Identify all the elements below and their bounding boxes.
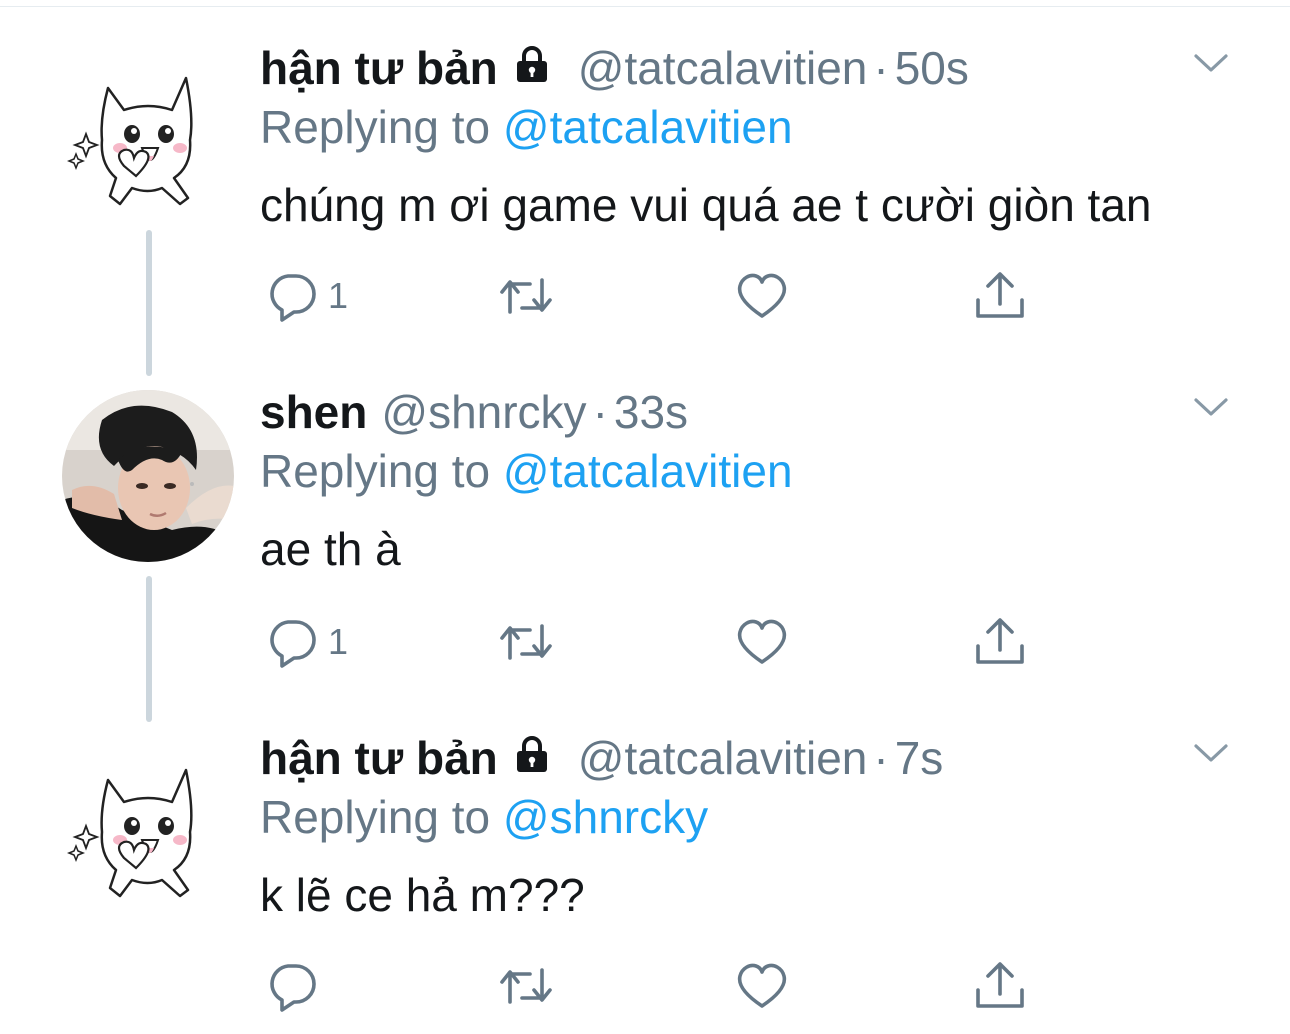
- share-button[interactable]: [972, 958, 1028, 1014]
- separator: ·: [592, 386, 608, 438]
- reply-button[interactable]: [264, 958, 328, 1014]
- mention-link[interactable]: @shnrcky: [503, 791, 708, 843]
- timestamp[interactable]: 50s: [895, 41, 969, 95]
- like-icon: [737, 273, 787, 318]
- chevron-down-icon[interactable]: [1188, 738, 1234, 768]
- retweet-button[interactable]: [496, 614, 556, 670]
- tweet-text: ae th à: [260, 523, 401, 575]
- tweet-header: hận tư bản @tatcalavitien · 7s: [260, 728, 943, 788]
- cat-icon: [62, 48, 234, 220]
- replying-prefix: Replying to: [260, 445, 491, 497]
- chevron-down-icon[interactable]: [1188, 392, 1234, 422]
- like-button[interactable]: [734, 268, 790, 324]
- timestamp[interactable]: 33s: [614, 385, 688, 439]
- avatar[interactable]: [62, 48, 234, 220]
- reply-count: 1: [328, 621, 349, 662]
- retweet-button[interactable]: [496, 268, 556, 324]
- replying-to: Replying to @shnrcky: [260, 790, 708, 844]
- reply-button[interactable]: 1: [264, 614, 348, 670]
- share-button[interactable]: [972, 614, 1028, 670]
- lock-icon: [512, 41, 552, 95]
- timestamp[interactable]: 7s: [895, 731, 944, 785]
- share-icon: [976, 962, 1024, 1008]
- mention-link[interactable]: @tatcalavitien: [503, 445, 793, 497]
- like-button[interactable]: [734, 614, 790, 670]
- tweet-actions: 1: [260, 268, 1060, 328]
- share-icon: [976, 618, 1024, 664]
- replying-to: Replying to @tatcalavitien: [260, 100, 793, 154]
- retweet-button[interactable]: [496, 958, 556, 1014]
- replying-prefix: Replying to: [260, 791, 491, 843]
- separator: ·: [873, 42, 889, 94]
- tweet-text: k lẽ ce hả m???: [260, 869, 585, 921]
- thread-connector: [146, 576, 152, 722]
- reply-icon: [270, 964, 316, 1012]
- handle[interactable]: @tatcalavitien: [578, 731, 868, 785]
- replying-prefix: Replying to: [260, 101, 491, 153]
- handle[interactable]: @tatcalavitien: [578, 41, 868, 95]
- display-name[interactable]: hận tư bản: [260, 731, 498, 785]
- person-photo: [62, 390, 234, 562]
- chevron-down-icon[interactable]: [1188, 48, 1234, 78]
- share-button[interactable]: [972, 268, 1028, 324]
- replying-to: Replying to @tatcalavitien: [260, 444, 793, 498]
- retweet-icon: [500, 624, 552, 660]
- reply-count: 1: [328, 275, 349, 316]
- mention-link[interactable]: @tatcalavitien: [503, 101, 793, 153]
- cat-icon: [62, 740, 234, 912]
- tweet-text: chúng m ơi game vui quá ae t cười giòn t…: [260, 179, 1152, 231]
- thread-connector: [146, 230, 152, 376]
- retweet-icon: [500, 968, 552, 1004]
- lock-icon: [512, 731, 552, 785]
- tweet-actions: 1: [260, 614, 1060, 674]
- like-button[interactable]: [734, 958, 790, 1014]
- share-icon: [976, 272, 1024, 318]
- tweet-header: shen @shnrcky · 33s: [260, 382, 688, 442]
- retweet-icon: [500, 278, 552, 314]
- display-name[interactable]: shen: [260, 385, 367, 439]
- tweet-actions: [260, 958, 1060, 1018]
- like-icon: [737, 963, 787, 1008]
- avatar[interactable]: [62, 390, 234, 562]
- display-name[interactable]: hận tư bản: [260, 41, 498, 95]
- reply-icon: [270, 620, 316, 668]
- handle[interactable]: @shnrcky: [381, 385, 586, 439]
- separator: ·: [873, 732, 889, 784]
- top-divider: [0, 6, 1290, 7]
- reply-icon: [270, 274, 316, 322]
- like-icon: [737, 619, 787, 664]
- avatar[interactable]: [62, 740, 234, 912]
- reply-button[interactable]: 1: [264, 268, 348, 324]
- tweet-header: hận tư bản @tatcalavitien · 50s: [260, 38, 969, 98]
